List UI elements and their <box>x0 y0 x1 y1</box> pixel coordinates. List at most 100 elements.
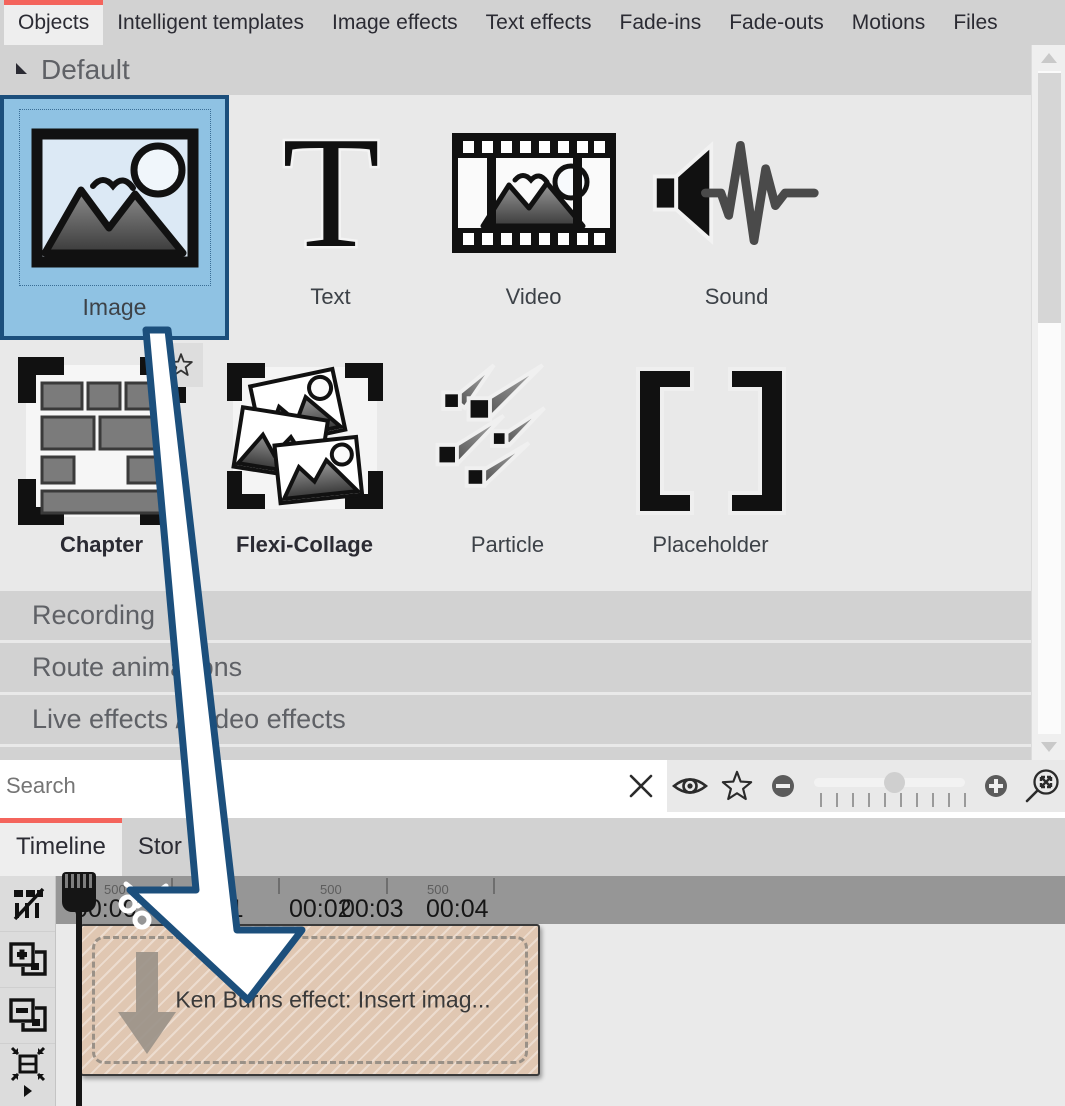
tab-intelligent-templates[interactable]: Intelligent templates <box>103 0 318 45</box>
tab-label: Intelligent templates <box>117 10 304 34</box>
object-item-placeholder[interactable]: Placeholder <box>609 343 812 591</box>
tab-objects[interactable]: Objects <box>4 0 104 45</box>
object-label: Video <box>505 284 562 309</box>
placeholder-icon <box>623 353 798 528</box>
scrollbar-thumb[interactable] <box>1038 73 1061 323</box>
timeline-toolbar <box>0 876 56 1106</box>
object-item-text[interactable]: T Text <box>229 95 432 343</box>
section-label: Live effects / Video effects <box>32 704 346 734</box>
timeline-mode-icon <box>13 887 44 920</box>
object-label: Sound <box>704 284 769 309</box>
ruler-label: 00:04 <box>426 895 489 923</box>
object-label: Particle <box>470 532 545 557</box>
close-icon <box>630 774 653 798</box>
scissors-icon[interactable] <box>118 876 182 930</box>
text-icon: T <box>243 105 418 280</box>
tab-label: Fade-outs <box>729 10 824 34</box>
object-item-chapter[interactable]: Chapter <box>0 343 203 591</box>
remove-track-button[interactable] <box>0 988 55 1044</box>
tab-motions[interactable]: Motions <box>838 0 940 45</box>
panel-scrollbar[interactable] <box>1031 45 1065 760</box>
tab-label: Timeline <box>16 833 106 860</box>
scroll-down-button[interactable] <box>1032 734 1065 760</box>
fit-timeline-icon <box>10 1046 45 1082</box>
objects-panel: Default Image T Text Video Sound Chapter… <box>0 45 1031 760</box>
add-track-button[interactable] <box>0 932 55 988</box>
object-item-video[interactable]: Video <box>432 95 635 343</box>
timeline-clip[interactable]: Ken Burns effect: Insert imag... <box>80 924 540 1076</box>
eye-icon <box>672 778 709 794</box>
objects-grid: Image T Text Video Sound Chapter Flexi-C… <box>0 95 1031 591</box>
object-item-sound[interactable]: Sound <box>635 95 838 343</box>
fit-timeline-button[interactable] <box>0 1044 55 1100</box>
tab-label: Stor <box>137 833 182 860</box>
scroll-up-button[interactable] <box>1032 45 1065 71</box>
selection-dotted-border <box>18 109 211 286</box>
clip-label: Ken Burns effect: Insert imag... <box>175 986 491 1013</box>
clear-search-button[interactable] <box>615 760 668 812</box>
remove-track-icon <box>8 997 47 1032</box>
triangle-up-icon <box>1040 53 1057 63</box>
object-label: Text <box>310 284 351 309</box>
tab-label: Motions <box>851 10 926 34</box>
tab-files[interactable]: Files <box>939 0 1011 45</box>
ruler-label: 00:01 <box>181 895 244 923</box>
video-icon <box>446 105 621 280</box>
ruler-label: 00:03 <box>341 895 404 923</box>
favorite-badge[interactable] <box>159 343 203 387</box>
object-item-flexi-collage[interactable]: Flexi-Collage <box>203 343 406 591</box>
tab-storyboard[interactable]: Stor <box>122 818 198 876</box>
sound-icon <box>649 105 824 280</box>
star-icon <box>721 770 752 801</box>
search-toolbar <box>0 760 1065 812</box>
tab-fade-ins[interactable]: Fade-ins <box>606 0 716 45</box>
expand-triangle-icon <box>23 1085 32 1097</box>
triangle-down-icon <box>1040 742 1057 752</box>
timeline-area[interactable]: 500 500 500 500 00:00 00:01 00:02 00:03 … <box>56 872 1065 1106</box>
flexi-collage-icon <box>217 353 392 528</box>
tab-label: Text effects <box>485 10 592 34</box>
zoom-in-button[interactable] <box>973 760 1019 812</box>
playhead[interactable] <box>62 872 96 1106</box>
particle-icon <box>420 353 595 528</box>
tab-label: Files <box>953 10 998 34</box>
section-label: Route animations <box>32 652 243 682</box>
preview-toggle-button[interactable] <box>667 760 713 812</box>
star-icon <box>169 353 193 376</box>
section-live-effects-video-effects[interactable]: Live effects / Video effects <box>0 695 1031 747</box>
tab-text-effects[interactable]: Text effects <box>472 0 606 45</box>
image-icon <box>15 105 215 290</box>
search-input[interactable] <box>0 760 616 812</box>
section-label: Recording <box>32 600 156 630</box>
object-label: Placeholder <box>652 532 769 557</box>
object-item-image[interactable]: Image <box>0 95 229 340</box>
svg-text:T: T <box>282 118 380 268</box>
object-item-particle[interactable]: Particle <box>406 343 609 591</box>
plus-circle-icon <box>984 775 1007 797</box>
tab-label: Image effects <box>331 10 458 34</box>
section-object-effects[interactable]: Object effects <box>0 747 1031 760</box>
section-recording[interactable]: Recording <box>0 591 1031 643</box>
object-label: Chapter <box>59 532 144 557</box>
group-header-default[interactable]: Default <box>0 45 1031 95</box>
favorites-filter-button[interactable] <box>714 760 760 812</box>
chevron-down-icon <box>16 62 27 74</box>
top-tab-bar: Objects Intelligent templates Image effe… <box>0 0 1065 45</box>
section-route-animations[interactable]: Route animations <box>0 643 1031 695</box>
add-track-icon <box>8 941 47 976</box>
timeline-ruler[interactable]: 500 500 500 500 00:00 00:01 00:02 00:03 … <box>56 876 1065 924</box>
tab-timeline[interactable]: Timeline <box>0 818 122 876</box>
group-title: Default <box>41 54 130 85</box>
zoom-slider[interactable] <box>806 760 972 812</box>
zoom-out-button[interactable] <box>760 760 806 812</box>
playhead-marker[interactable] <box>62 872 96 912</box>
magnifier-fit-icon <box>1025 769 1059 803</box>
tab-fade-outs[interactable]: Fade-outs <box>715 0 838 45</box>
tab-label: Objects <box>18 10 90 34</box>
object-label: Flexi-Collage <box>236 532 373 557</box>
slider-ticks <box>820 793 967 807</box>
slider-knob[interactable] <box>884 772 906 793</box>
fit-zoom-button[interactable] <box>1019 760 1065 812</box>
tab-image-effects[interactable]: Image effects <box>318 0 472 45</box>
timeline-mode-button[interactable] <box>0 876 55 932</box>
